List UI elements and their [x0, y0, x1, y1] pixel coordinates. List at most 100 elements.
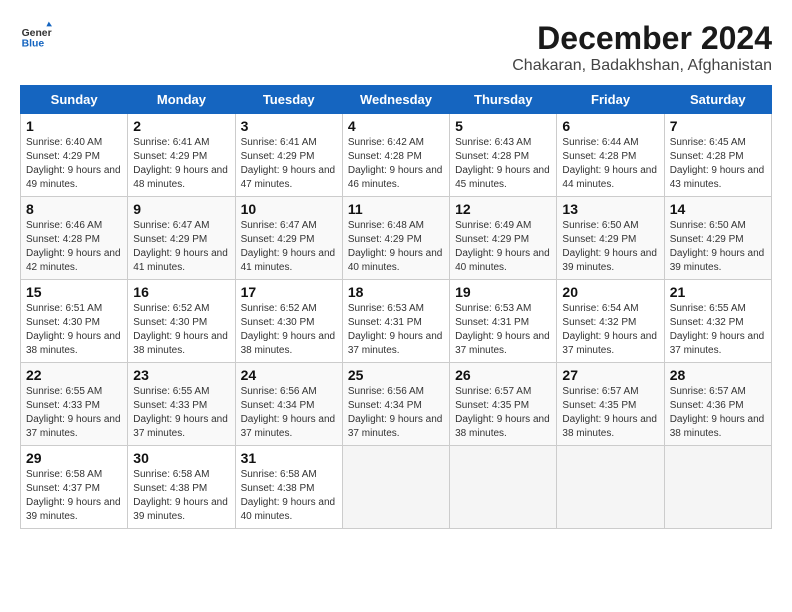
calendar-cell — [450, 446, 557, 529]
calendar-table: SundayMondayTuesdayWednesdayThursdayFrid… — [20, 85, 772, 529]
day-number: 7 — [670, 118, 766, 134]
day-number: 22 — [26, 367, 122, 383]
day-info: Sunrise: 6:56 AMSunset: 4:34 PMDaylight:… — [348, 386, 443, 439]
day-number: 30 — [133, 450, 229, 466]
day-number: 1 — [26, 118, 122, 134]
calendar-cell: 5 Sunrise: 6:43 AMSunset: 4:28 PMDayligh… — [450, 114, 557, 197]
calendar-cell: 8 Sunrise: 6:46 AMSunset: 4:28 PMDayligh… — [21, 197, 128, 280]
day-number: 10 — [241, 201, 337, 217]
calendar-cell: 21 Sunrise: 6:55 AMSunset: 4:32 PMDaylig… — [664, 280, 771, 363]
calendar-cell: 26 Sunrise: 6:57 AMSunset: 4:35 PMDaylig… — [450, 363, 557, 446]
day-number: 24 — [241, 367, 337, 383]
day-number: 14 — [670, 201, 766, 217]
day-number: 27 — [562, 367, 658, 383]
day-number: 17 — [241, 284, 337, 300]
calendar-cell: 13 Sunrise: 6:50 AMSunset: 4:29 PMDaylig… — [557, 197, 664, 280]
day-info: Sunrise: 6:44 AMSunset: 4:28 PMDaylight:… — [562, 137, 657, 190]
day-info: Sunrise: 6:54 AMSunset: 4:32 PMDaylight:… — [562, 303, 657, 356]
day-header-wednesday: Wednesday — [342, 86, 449, 114]
day-info: Sunrise: 6:49 AMSunset: 4:29 PMDaylight:… — [455, 220, 550, 273]
day-info: Sunrise: 6:58 AMSunset: 4:37 PMDaylight:… — [26, 469, 121, 522]
day-number: 2 — [133, 118, 229, 134]
day-number: 28 — [670, 367, 766, 383]
calendar-cell: 14 Sunrise: 6:50 AMSunset: 4:29 PMDaylig… — [664, 197, 771, 280]
calendar-week-2: 8 Sunrise: 6:46 AMSunset: 4:28 PMDayligh… — [21, 197, 772, 280]
calendar-cell: 24 Sunrise: 6:56 AMSunset: 4:34 PMDaylig… — [235, 363, 342, 446]
calendar-cell: 16 Sunrise: 6:52 AMSunset: 4:30 PMDaylig… — [128, 280, 235, 363]
calendar-cell: 12 Sunrise: 6:49 AMSunset: 4:29 PMDaylig… — [450, 197, 557, 280]
calendar-cell: 30 Sunrise: 6:58 AMSunset: 4:38 PMDaylig… — [128, 446, 235, 529]
logo: General Blue — [20, 20, 56, 52]
day-number: 31 — [241, 450, 337, 466]
calendar-cell: 27 Sunrise: 6:57 AMSunset: 4:35 PMDaylig… — [557, 363, 664, 446]
day-info: Sunrise: 6:55 AMSunset: 4:33 PMDaylight:… — [26, 386, 121, 439]
day-number: 18 — [348, 284, 444, 300]
day-number: 12 — [455, 201, 551, 217]
day-number: 11 — [348, 201, 444, 217]
calendar-cell: 2 Sunrise: 6:41 AMSunset: 4:29 PMDayligh… — [128, 114, 235, 197]
day-header-thursday: Thursday — [450, 86, 557, 114]
day-number: 6 — [562, 118, 658, 134]
day-number: 8 — [26, 201, 122, 217]
day-number: 19 — [455, 284, 551, 300]
day-info: Sunrise: 6:41 AMSunset: 4:29 PMDaylight:… — [133, 137, 228, 190]
day-number: 29 — [26, 450, 122, 466]
day-info: Sunrise: 6:57 AMSunset: 4:36 PMDaylight:… — [670, 386, 765, 439]
day-number: 25 — [348, 367, 444, 383]
day-info: Sunrise: 6:41 AMSunset: 4:29 PMDaylight:… — [241, 137, 336, 190]
calendar-cell: 25 Sunrise: 6:56 AMSunset: 4:34 PMDaylig… — [342, 363, 449, 446]
header: General Blue December 2024 Chakaran, Bad… — [20, 20, 772, 75]
day-info: Sunrise: 6:52 AMSunset: 4:30 PMDaylight:… — [241, 303, 336, 356]
calendar-cell: 22 Sunrise: 6:55 AMSunset: 4:33 PMDaylig… — [21, 363, 128, 446]
calendar-week-4: 22 Sunrise: 6:55 AMSunset: 4:33 PMDaylig… — [21, 363, 772, 446]
day-info: Sunrise: 6:46 AMSunset: 4:28 PMDaylight:… — [26, 220, 121, 273]
calendar-cell — [557, 446, 664, 529]
calendar-cell: 4 Sunrise: 6:42 AMSunset: 4:28 PMDayligh… — [342, 114, 449, 197]
calendar-header: SundayMondayTuesdayWednesdayThursdayFrid… — [21, 86, 772, 114]
day-info: Sunrise: 6:53 AMSunset: 4:31 PMDaylight:… — [348, 303, 443, 356]
day-number: 20 — [562, 284, 658, 300]
calendar-cell: 1 Sunrise: 6:40 AMSunset: 4:29 PMDayligh… — [21, 114, 128, 197]
day-header-monday: Monday — [128, 86, 235, 114]
day-info: Sunrise: 6:42 AMSunset: 4:28 PMDaylight:… — [348, 137, 443, 190]
day-info: Sunrise: 6:52 AMSunset: 4:30 PMDaylight:… — [133, 303, 228, 356]
day-info: Sunrise: 6:56 AMSunset: 4:34 PMDaylight:… — [241, 386, 336, 439]
day-info: Sunrise: 6:43 AMSunset: 4:28 PMDaylight:… — [455, 137, 550, 190]
day-info: Sunrise: 6:53 AMSunset: 4:31 PMDaylight:… — [455, 303, 550, 356]
calendar-cell: 23 Sunrise: 6:55 AMSunset: 4:33 PMDaylig… — [128, 363, 235, 446]
day-number: 9 — [133, 201, 229, 217]
calendar-cell: 15 Sunrise: 6:51 AMSunset: 4:30 PMDaylig… — [21, 280, 128, 363]
calendar-cell: 10 Sunrise: 6:47 AMSunset: 4:29 PMDaylig… — [235, 197, 342, 280]
day-info: Sunrise: 6:50 AMSunset: 4:29 PMDaylight:… — [562, 220, 657, 273]
svg-text:General: General — [22, 28, 52, 39]
calendar-cell: 31 Sunrise: 6:58 AMSunset: 4:38 PMDaylig… — [235, 446, 342, 529]
day-info: Sunrise: 6:57 AMSunset: 4:35 PMDaylight:… — [455, 386, 550, 439]
day-number: 13 — [562, 201, 658, 217]
day-info: Sunrise: 6:48 AMSunset: 4:29 PMDaylight:… — [348, 220, 443, 273]
day-info: Sunrise: 6:45 AMSunset: 4:28 PMDaylight:… — [670, 137, 765, 190]
calendar-cell: 6 Sunrise: 6:44 AMSunset: 4:28 PMDayligh… — [557, 114, 664, 197]
day-number: 5 — [455, 118, 551, 134]
calendar-week-1: 1 Sunrise: 6:40 AMSunset: 4:29 PMDayligh… — [21, 114, 772, 197]
calendar-cell — [664, 446, 771, 529]
calendar-cell: 11 Sunrise: 6:48 AMSunset: 4:29 PMDaylig… — [342, 197, 449, 280]
calendar-week-3: 15 Sunrise: 6:51 AMSunset: 4:30 PMDaylig… — [21, 280, 772, 363]
calendar-cell — [342, 446, 449, 529]
month-title: December 2024 — [512, 20, 772, 57]
day-info: Sunrise: 6:40 AMSunset: 4:29 PMDaylight:… — [26, 137, 121, 190]
day-info: Sunrise: 6:58 AMSunset: 4:38 PMDaylight:… — [241, 469, 336, 522]
day-number: 26 — [455, 367, 551, 383]
day-info: Sunrise: 6:55 AMSunset: 4:33 PMDaylight:… — [133, 386, 228, 439]
day-info: Sunrise: 6:57 AMSunset: 4:35 PMDaylight:… — [562, 386, 657, 439]
calendar-cell: 17 Sunrise: 6:52 AMSunset: 4:30 PMDaylig… — [235, 280, 342, 363]
calendar-week-5: 29 Sunrise: 6:58 AMSunset: 4:37 PMDaylig… — [21, 446, 772, 529]
calendar-cell: 29 Sunrise: 6:58 AMSunset: 4:37 PMDaylig… — [21, 446, 128, 529]
calendar-body: 1 Sunrise: 6:40 AMSunset: 4:29 PMDayligh… — [21, 114, 772, 529]
day-header-saturday: Saturday — [664, 86, 771, 114]
location-title: Chakaran, Badakhshan, Afghanistan — [512, 57, 772, 75]
day-number: 16 — [133, 284, 229, 300]
calendar-cell: 7 Sunrise: 6:45 AMSunset: 4:28 PMDayligh… — [664, 114, 771, 197]
calendar-cell: 19 Sunrise: 6:53 AMSunset: 4:31 PMDaylig… — [450, 280, 557, 363]
calendar-cell: 9 Sunrise: 6:47 AMSunset: 4:29 PMDayligh… — [128, 197, 235, 280]
day-info: Sunrise: 6:47 AMSunset: 4:29 PMDaylight:… — [241, 220, 336, 273]
